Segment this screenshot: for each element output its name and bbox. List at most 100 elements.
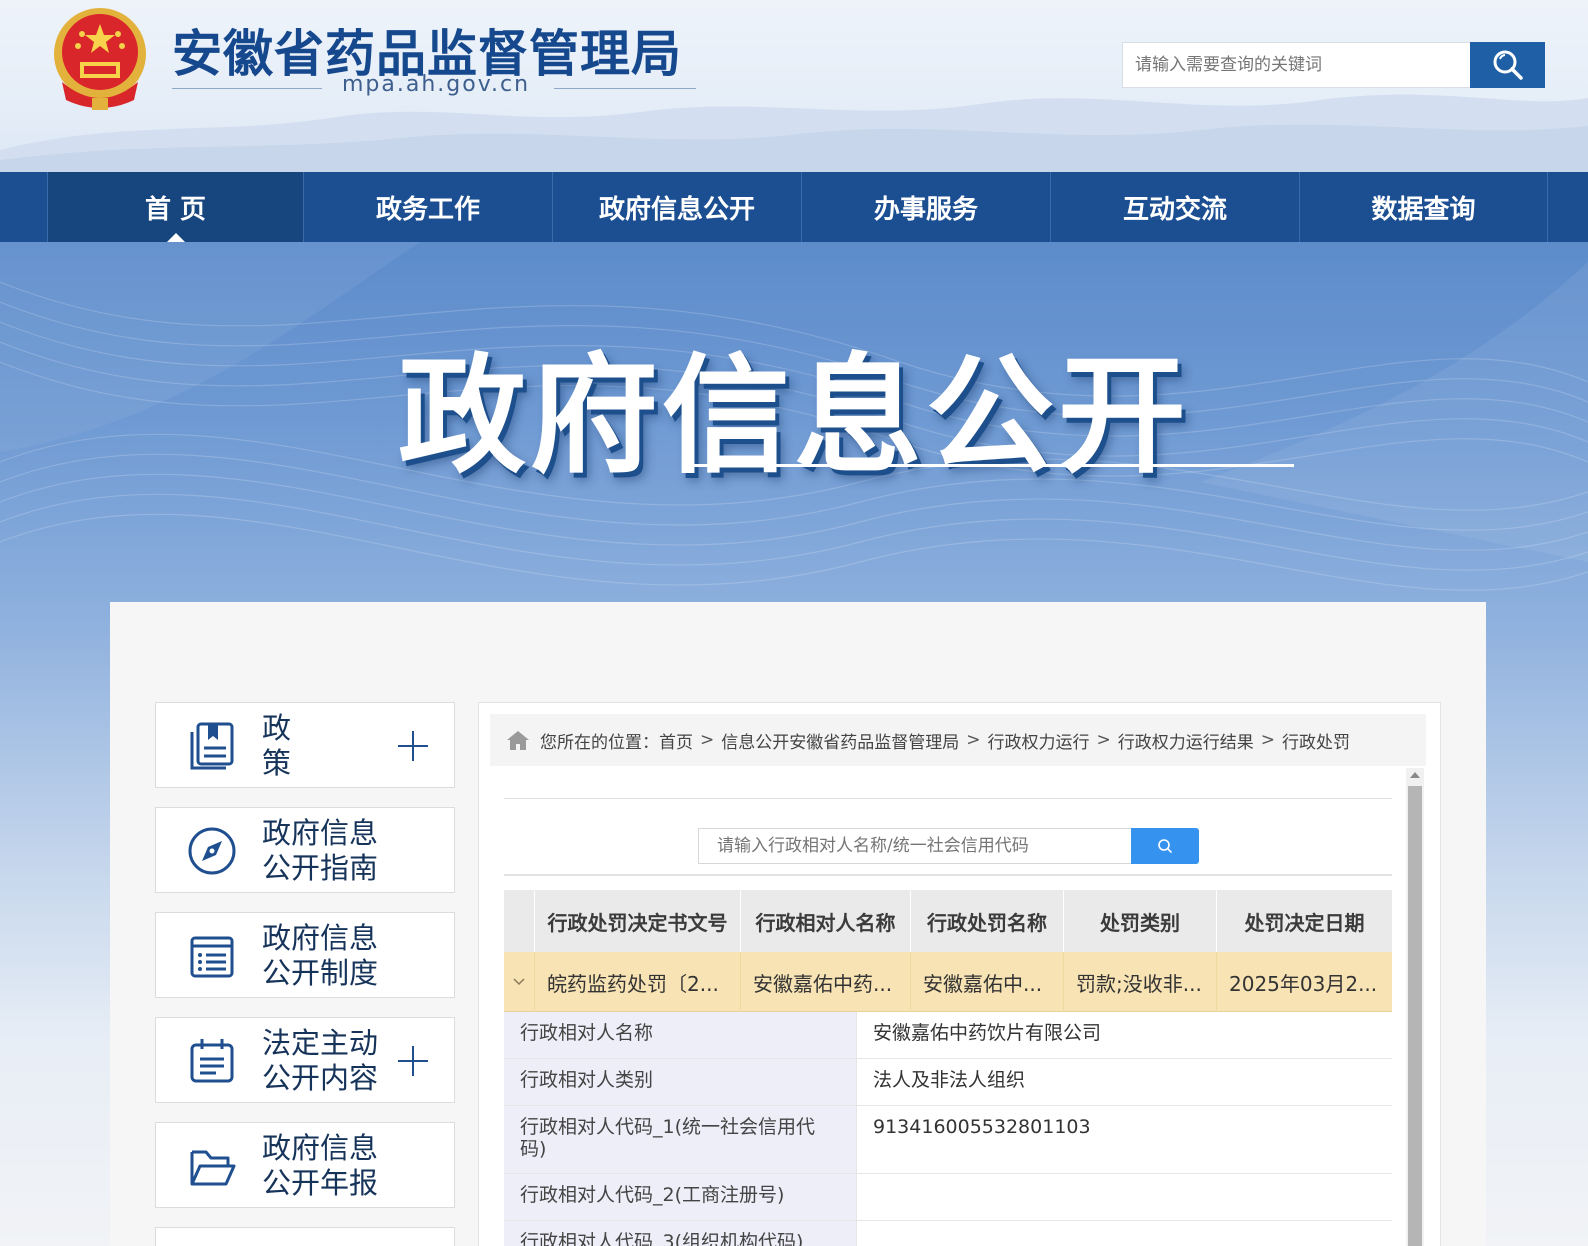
scrollbar[interactable] [1406,768,1424,1246]
breadcrumb-current[interactable]: 行政处罚 [1282,728,1350,753]
table-header-expander [504,890,534,952]
penalty-search-button[interactable] [1131,828,1199,864]
table-header: 行政处罚决定书文号 行政相对人名称 行政处罚名称 处罚类别 处罚决定日期 [504,890,1392,952]
breadcrumb-link-power-operation[interactable]: 行政权力运行 [988,728,1090,753]
main-nav: 首 页 政务工作 政府信息公开 办事服务 互动交流 数据查询 [0,172,1588,242]
detail-label: 行政相对人类别 [504,1059,856,1105]
nav-item-label: 政府信息公开 [598,194,755,225]
breadcrumb-separator: > [700,730,715,750]
sidebar-item-label: 政府信息 公开制度 [262,913,378,999]
table-header-cell[interactable]: 行政处罚名称 [910,890,1063,952]
nav-item-services[interactable]: 办事服务 [801,172,1050,242]
breadcrumb: 您所在的位置： 首页 > 信息公开安徽省药品监督管理局 > 行政权力运行 > 行… [490,714,1426,766]
table-cell: 安徽嘉佑中药... [740,952,910,1012]
detail-row: 行政相对人代码_2(工商注册号) [504,1174,1392,1221]
site-search-input[interactable] [1122,42,1470,88]
penalty-search-input[interactable] [698,828,1131,864]
breadcrumb-separator: > [1096,730,1111,750]
expand-plus-icon[interactable] [398,731,428,761]
breadcrumb-link-home[interactable]: 首页 [659,728,693,753]
sidebar-item-disclosure-guide[interactable]: 政府信息 公开指南 [155,807,455,893]
sidebar-item-label: 政 策 [262,703,372,789]
table-cell: 2025年03月2... [1216,952,1392,1012]
calendar-list-icon [190,1039,234,1083]
breadcrumb-separator: > [966,730,981,750]
sidebar-item-text: 政 策 [262,711,380,780]
nav-item-label: 政务工作 [375,194,480,225]
divider [504,798,1392,799]
detail-row: 行政相对人代码_3(组织机构代码) [504,1221,1392,1246]
scroll-thumb[interactable] [1408,786,1422,1246]
nav-item-data-query[interactable]: 数据查询 [1299,172,1548,242]
sidebar-item-annual-report[interactable]: 政府信息 公开年报 [155,1122,455,1208]
search-icon [1493,50,1523,80]
detail-value [856,1174,1392,1220]
detail-label: 行政相对人名称 [504,1012,856,1058]
nav-item-label: 数据查询 [1371,194,1476,225]
detail-row: 行政相对人名称 安徽嘉佑中药饮片有限公司 [504,1012,1392,1059]
national-emblem-icon [54,8,146,110]
site-domain: mpa.ah.gov.cn [342,72,531,97]
sidebar-item-text: 政府信息 [262,1131,379,1165]
nav-item-government-affairs[interactable]: 政务工作 [303,172,552,242]
detail-value [856,1221,1392,1246]
list-document-icon [190,936,234,978]
table-header-cell[interactable]: 处罚类别 [1063,890,1216,952]
sidebar-item-disclosure-system[interactable]: 政府信息 公开制度 [155,912,455,998]
home-icon [507,731,529,750]
sidebar-item-text: 公开指南 [262,851,379,885]
detail-value: 913416005532801103 [856,1106,1392,1173]
nav-item-label: 首 页 [144,194,207,225]
nav-item-label: 互动交流 [1122,194,1227,225]
row-expander[interactable] [504,952,534,1012]
table-header-cell[interactable]: 行政相对人名称 [740,890,910,952]
table-header-cell[interactable]: 处罚决定日期 [1216,890,1392,952]
detail-label: 行政相对人代码_1(统一社会信用代码) [504,1106,856,1173]
table-cell: 安徽嘉佑中... [910,952,1063,1012]
table-header-cell[interactable]: 行政处罚决定书文号 [534,890,740,952]
active-indicator [166,233,185,242]
document-stack-icon [190,722,234,770]
sidebar-item-text: 法定主动 [262,1026,379,1060]
scroll-up-arrow-icon[interactable] [1410,772,1420,778]
sidebar-item-statutory-content[interactable]: 法定主动 公开内容 [155,1017,455,1103]
sidebar-item-text: 政府信息 [262,816,379,850]
decorative-line [172,88,322,89]
search-icon [1158,839,1172,853]
table-cell: 皖药监药处罚〔2... [534,952,740,1012]
nav-item-information-disclosure[interactable]: 政府信息公开 [552,172,801,242]
chevron-down-icon [513,978,525,986]
sidebar-item-label: 政府信息 公开指南 [262,808,378,894]
expand-plus-icon[interactable] [398,1046,428,1076]
detail-row: 行政相对人代码_1(统一社会信用代码) 913416005532801103 [504,1106,1392,1174]
sidebar-item-policy[interactable]: 政 策 [155,702,455,788]
detail-value: 安徽嘉佑中药饮片有限公司 [856,1012,1392,1058]
detail-label: 行政相对人代码_3(组织机构代码) [504,1221,856,1246]
nav-item-label: 办事服务 [873,194,978,225]
sidebar-item-text: 公开年报 [262,1166,379,1200]
nav-item-interaction[interactable]: 互动交流 [1050,172,1299,242]
detail-label: 行政相对人代码_2(工商注册号) [504,1174,856,1220]
sidebar-item-text: 公开制度 [262,956,379,990]
breadcrumb-prefix: 您所在的位置： [540,732,659,753]
sidebar-item-label: 政府信息 公开年报 [262,1123,378,1209]
breadcrumb-link-disclosure[interactable]: 信息公开安徽省药品监督管理局 [721,728,959,753]
decorative-line [554,88,696,89]
nav-item-home[interactable]: 首 页 [47,172,303,242]
table-cell: 罚款;没收非... [1063,952,1216,1012]
detail-value: 法人及非法人组织 [856,1059,1392,1105]
detail-row: 行政相对人类别 法人及非法人组织 [504,1059,1392,1106]
folder-icon [190,1150,236,1186]
compass-icon [188,827,236,875]
table-row[interactable]: 皖药监药处罚〔2... 安徽嘉佑中药... 安徽嘉佑中... 罚款;没收非...… [504,952,1392,1012]
banner-underline [684,464,1294,467]
divider [504,874,1392,876]
site-header: 安徽省药品监督管理局 mpa.ah.gov.cn [0,0,1588,172]
breadcrumb-link-power-results[interactable]: 行政权力运行结果 [1118,728,1254,753]
sidebar-item-next[interactable] [155,1227,455,1246]
breadcrumb-separator: > [1260,730,1275,750]
site-search-button[interactable] [1470,42,1545,88]
banner-title: 政府信息公开 [397,342,1190,491]
sidebar-item-text: 公开内容 [262,1061,379,1095]
sidebar-item-label: 法定主动 公开内容 [262,1018,378,1104]
